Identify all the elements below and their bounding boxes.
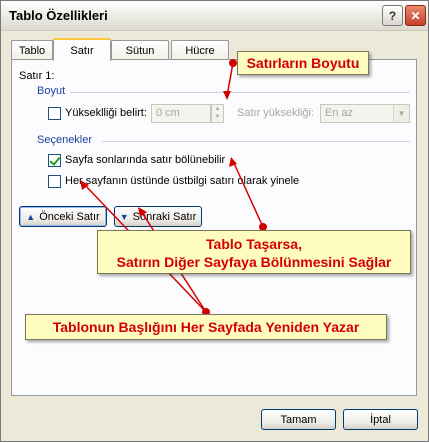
tab-label: Sütun xyxy=(125,44,155,57)
allow-row-break-checkbox[interactable] xyxy=(48,154,61,167)
tab-row[interactable]: Satır xyxy=(53,38,111,61)
cancel-label: İptal xyxy=(370,413,391,426)
row-header: Satır 1: xyxy=(19,70,55,82)
size-group-divider xyxy=(70,92,410,93)
repeat-header-label: Her sayfanın üstünde üstbilgi satırı ola… xyxy=(65,175,300,187)
repeat-header-checkbox[interactable] xyxy=(48,175,61,188)
allow-row-break-label: Sayfa sonlarında satır bölünebilir xyxy=(65,154,226,166)
height-spinner[interactable]: ▲ ▼ xyxy=(211,104,224,123)
table-properties-dialog: Tablo Özellikleri ? ✕ Tablo Satır Sütun … xyxy=(0,0,429,442)
help-icon: ? xyxy=(388,8,397,23)
previous-row-label: Önceki Satır xyxy=(39,210,100,223)
tab-column[interactable]: Sütun xyxy=(111,40,169,60)
next-row-button[interactable]: ▼ Sonraki Satır xyxy=(114,206,202,227)
tab-label: Hücre xyxy=(185,44,215,57)
tab-table[interactable]: Tablo xyxy=(11,40,53,60)
window-title: Tablo Özellikleri xyxy=(9,8,108,23)
size-callout-text: Satırların Boyutu xyxy=(246,55,360,71)
row-tab-panel: Satır 1: Boyut Yükseklliği belirt: 0 cm … xyxy=(11,59,417,396)
repeat-header-callout-text: Tablonun Başlığını Her Sayfada Yeniden Y… xyxy=(52,319,360,335)
row-height-value: En az xyxy=(325,107,354,119)
size-group-title: Boyut xyxy=(37,85,66,97)
title-bar[interactable]: Tablo Özellikleri ? ✕ xyxy=(1,1,428,31)
previous-row-button[interactable]: ▲ Önceki Satır xyxy=(19,206,107,227)
options-group-title: Seçenekler xyxy=(37,134,93,146)
row-height-select[interactable]: En az ▼ xyxy=(320,104,410,123)
ok-label: Tamam xyxy=(280,413,317,426)
specify-height-checkbox[interactable] xyxy=(48,107,61,120)
row-height-label: Satır yüksekliği: xyxy=(237,107,315,119)
row-break-callout: Tablo Taşarsa, Satırın Diğer Sayfaya Böl… xyxy=(97,230,411,274)
ok-button[interactable]: Tamam xyxy=(261,409,336,430)
height-value-input[interactable]: 0 cm xyxy=(151,104,211,123)
close-button[interactable]: ✕ xyxy=(405,5,426,26)
repeat-header-callout: Tablonun Başlığını Her Sayfada Yeniden Y… xyxy=(25,314,387,340)
tab-label: Satır xyxy=(70,44,94,57)
size-callout: Satırların Boyutu xyxy=(237,51,369,75)
tab-label: Tablo xyxy=(18,44,46,57)
arrow-down-icon: ▼ xyxy=(119,211,129,222)
row-break-callout-line1: Tablo Taşarsa, xyxy=(206,236,302,252)
row-break-callout-line2: Satırın Diğer Sayfaya Bölünmesini Sağlar xyxy=(116,254,392,270)
next-row-label: Sonraki Satır xyxy=(132,210,197,223)
chevron-down-icon: ▼ xyxy=(393,105,409,122)
close-icon: ✕ xyxy=(410,8,421,23)
cancel-button[interactable]: İptal xyxy=(343,409,418,430)
specify-height-label: Yükseklliği belirt: xyxy=(65,107,147,119)
options-group-divider xyxy=(102,141,410,142)
help-button[interactable]: ? xyxy=(382,5,403,26)
tab-cell[interactable]: Hücre xyxy=(171,40,229,60)
arrow-up-icon: ▲ xyxy=(26,211,36,222)
